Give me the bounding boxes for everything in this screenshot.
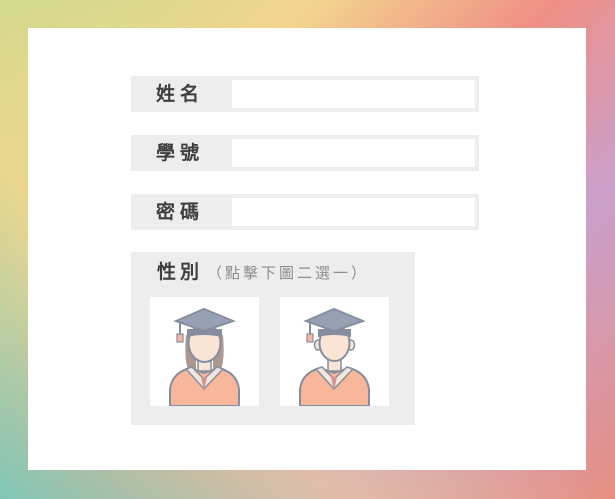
password-label: 密碼 (155, 201, 204, 223)
name-label: 姓名 (155, 83, 204, 105)
password-input[interactable] (232, 198, 475, 226)
name-row: 姓名 (131, 76, 479, 112)
gender-label: 性別 (157, 261, 204, 283)
male-graduate-icon (299, 307, 370, 406)
gender-title: 性別 （點擊下圖二選一） (157, 260, 369, 284)
male-option[interactable] (280, 297, 389, 406)
female-graduate-icon (169, 307, 240, 406)
form-card: 姓名 學號 密碼 性別 （點擊下圖二選一） (28, 28, 586, 470)
student-id-input[interactable] (232, 139, 475, 167)
female-option[interactable] (150, 297, 259, 406)
gender-selector: 性別 （點擊下圖二選一） (131, 252, 415, 425)
gender-hint: （點擊下圖二選一） (207, 264, 370, 282)
name-input[interactable] (232, 80, 475, 108)
student-id-row: 學號 (131, 135, 479, 171)
password-row: 密碼 (131, 194, 479, 230)
student-id-label: 學號 (155, 142, 204, 164)
